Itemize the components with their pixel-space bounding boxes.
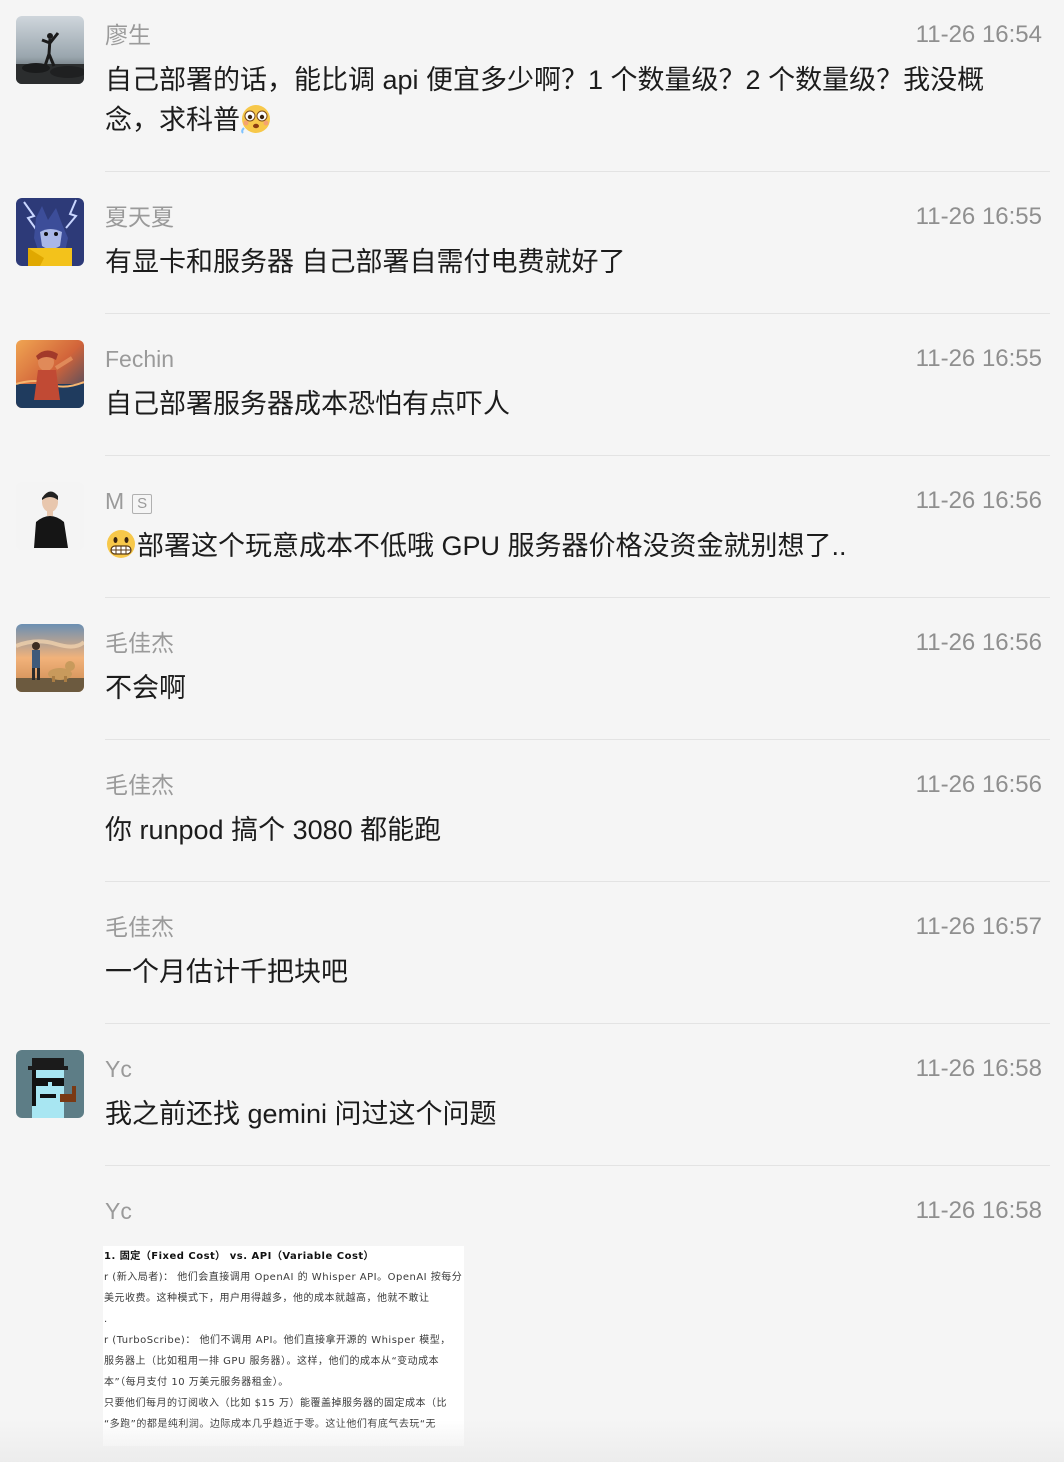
message-divider [105, 171, 1050, 172]
grimacing-face-emoji [107, 530, 135, 558]
message-divider [105, 881, 1050, 882]
sender-name[interactable]: 夏天夏 [105, 202, 174, 232]
chat-message: MS 11-26 16:56 部署这个玩意成本不低哦 GPU 服务器价格没资金就… [0, 466, 1064, 598]
message-text: 我之前还找 gemini 问过这个问题 [105, 1099, 497, 1129]
image-text-line: 本”（每月支付 10 万美元服务器租金）。 [104, 1377, 289, 1388]
message-divider [105, 1165, 1050, 1166]
message-timestamp: 11-26 16:56 [915, 629, 1042, 656]
sender-name[interactable]: 毛佳杰 [105, 628, 174, 658]
chat-message: 廖生 11-26 16:54 自己部署的话，能比调 api 便宜多少啊？1 个数… [0, 0, 1064, 172]
message-text-line: 自己部署的话，能比调 api 便宜多少啊？1 个数量级？2 个数量级？我没概 [105, 65, 985, 95]
message-timestamp: 11-26 16:55 [915, 345, 1042, 372]
woozy-face-emoji [241, 105, 270, 134]
message-text-content: 部署这个玩意成本不低哦 GPU 服务器价格没资金就别想了.. [137, 531, 847, 561]
image-attachment-thumbnail[interactable]: 1. 固定（Fixed Cost） vs. API（Variable Cost）… [103, 1246, 464, 1446]
sender-name[interactable]: MS [105, 486, 153, 516]
message-timestamp: 11-26 16:56 [915, 771, 1042, 798]
message-timestamp: 11-26 16:54 [915, 21, 1042, 48]
pixel-art-character-avatar[interactable] [16, 1050, 84, 1118]
message-divider [105, 313, 1050, 314]
chat-message: 夏天夏 11-26 16:55 有显卡和服务器 自己部署自需付电费就好了 [0, 182, 1064, 314]
message-timestamp: 11-26 16:58 [915, 1197, 1042, 1224]
message-text: 你 runpod 搞个 3080 都能跑 [105, 815, 442, 845]
sender-name[interactable]: Fechin [105, 344, 174, 374]
sender-name[interactable]: Yc [105, 1054, 132, 1084]
message-text: 部署这个玩意成本不低哦 GPU 服务器价格没资金就别想了.. [105, 526, 1015, 566]
bottom-fade-overlay [0, 1420, 1064, 1462]
silhouette-at-shore-avatar[interactable] [16, 16, 84, 84]
message-text: 不会啊 [105, 673, 186, 703]
message-divider [105, 1023, 1050, 1024]
message-text: 一个月估计千把块吧 [105, 957, 348, 987]
sender-name[interactable]: 毛佳杰 [105, 912, 174, 942]
image-text-line: 服务器上（比如租用一排 GPU 服务器）。这样，他们的成本从“变动成本 [104, 1356, 440, 1367]
message-text: 自己部署的话，能比调 api 便宜多少啊？1 个数量级？2 个数量级？我没概 念… [105, 60, 1015, 140]
sender-name[interactable]: Yc [105, 1196, 132, 1226]
person-silhouette-avatar[interactable] [16, 482, 84, 550]
boy-and-dog-sunset-avatar[interactable] [16, 624, 84, 692]
sunset-painting-avatar[interactable] [16, 340, 84, 408]
message-divider [105, 455, 1050, 456]
image-text-line: 1. 固定（Fixed Cost） vs. API（Variable Cost） [104, 1251, 375, 1262]
image-text-line: r (新入局者)： 他们会直接调用 OpenAI 的 Whisper API。O… [104, 1272, 463, 1283]
image-text-line: 美元收费。这种模式下，用户用得越多，他的成本就越高，他就不敢让 [104, 1293, 430, 1304]
chat-message: 毛佳杰 11-26 16:57 一个月估计千把块吧 [0, 892, 1064, 1024]
message-timestamp: 11-26 16:56 [915, 487, 1042, 514]
message-timestamp: 11-26 16:55 [915, 203, 1042, 230]
sender-name-text: M [105, 488, 125, 514]
message-text: 自己部署服务器成本恐怕有点吓人 [105, 389, 510, 419]
message-timestamp: 11-26 16:58 [915, 1055, 1042, 1082]
member-badge: S [132, 494, 153, 514]
chat-message-list: 廖生 11-26 16:54 自己部署的话，能比调 api 便宜多少啊？1 个数… [0, 0, 1064, 1462]
chat-message: Fechin 11-26 16:55 自己部署服务器成本恐怕有点吓人 [0, 324, 1064, 456]
image-text-line: r (TurboScribe)： 他们不调用 API。他们直接拿开源的 Whis… [104, 1335, 451, 1346]
sender-name[interactable]: 毛佳杰 [105, 770, 174, 800]
message-text: 有显卡和服务器 自己部署自需付电费就好了 [105, 247, 626, 277]
message-divider [105, 739, 1050, 740]
chat-message: 毛佳杰 11-26 16:56 你 runpod 搞个 3080 都能跑 [0, 750, 1064, 882]
image-text-line: 只要他们每月的订阅收入（比如 $15 万）能覆盖掉服务器的固定成本（比 [104, 1398, 447, 1409]
chat-message: Yc 11-26 16:58 我之前还找 gemini 问过这个问题 [0, 1034, 1064, 1166]
chat-message: 毛佳杰 11-26 16:56 不会啊 [0, 608, 1064, 740]
cartoon-wolf-lightning-avatar[interactable] [16, 198, 84, 266]
sender-name[interactable]: 廖生 [105, 20, 151, 50]
image-text-line: . [104, 1314, 108, 1325]
message-divider [105, 597, 1050, 598]
message-timestamp: 11-26 16:57 [915, 913, 1042, 940]
message-text-line: 念，求科普 [105, 105, 240, 135]
